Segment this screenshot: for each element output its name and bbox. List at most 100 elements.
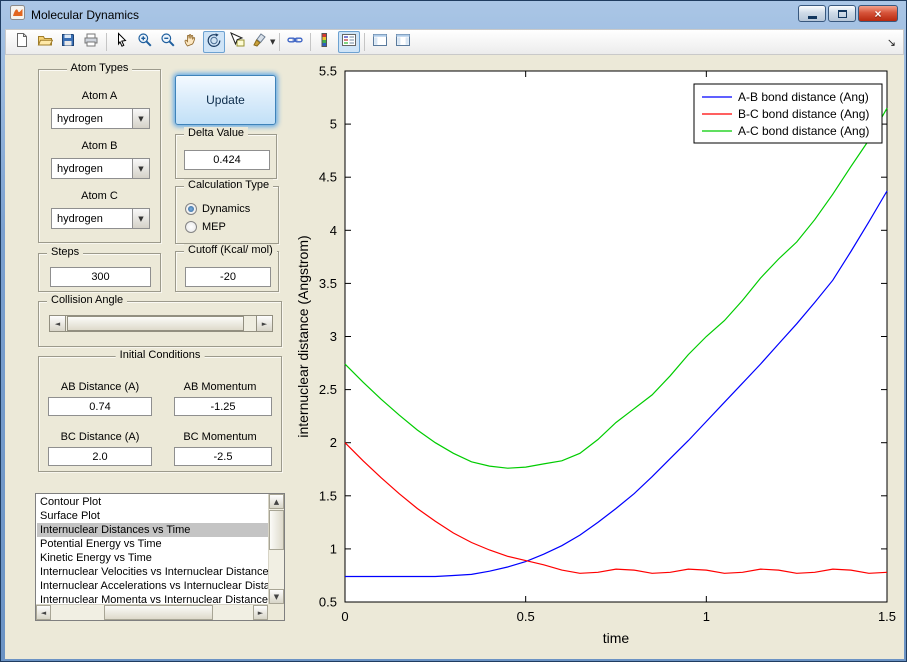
calculation-type-title: Calculation Type [184,179,274,191]
atom-c-dropdown[interactable]: hydrogen ▼ [51,208,150,229]
new-file-button[interactable] [11,31,33,53]
pan-button[interactable] [180,31,202,53]
app-window: Molecular Dynamics × ▼ ↘ Atom Types Atom… [0,0,907,662]
hide-plot-tools-icon [372,32,388,53]
slider-right-arrow[interactable]: ► [256,316,272,331]
radio-button-icon[interactable] [185,221,197,233]
toolbar-separator [364,33,366,51]
scroll-down-arrow[interactable]: ▼ [269,589,284,604]
chevron-down-icon[interactable]: ▼ [132,159,149,178]
list-item[interactable]: Internuclear Velocities vs Internuclear … [37,565,268,579]
insert-colorbar-button[interactable] [315,31,337,53]
show-plot-tools-button[interactable] [392,31,414,53]
slider-track[interactable] [66,316,256,331]
zoom-out-button[interactable] [157,31,179,53]
zoom-in-icon [137,32,153,53]
list-item[interactable]: Kinetic Energy vs Time [37,551,268,565]
atom-a-dropdown[interactable]: hydrogen ▼ [51,108,150,129]
scrollbar-track[interactable] [51,605,253,620]
radio-dynamics[interactable]: Dynamics [185,203,250,215]
atom-types-panel: Atom Types Atom A hydrogen ▼ Atom B hydr… [38,62,161,243]
collision-angle-title: Collision Angle [47,294,128,306]
atom-a-label: Atom A [81,90,118,102]
scroll-left-arrow[interactable]: ◄ [36,605,51,620]
atom-a-value: hydrogen [57,112,103,125]
list-item[interactable]: Internuclear Accelerations vs Internucle… [37,579,268,593]
brush-dropdown-caret[interactable]: ▼ [270,38,275,46]
scrollbar-track[interactable] [269,509,284,589]
bc-momentum-input[interactable] [174,447,272,466]
data-cursor-button[interactable] [226,31,248,53]
slider-left-arrow[interactable]: ◄ [50,316,66,331]
y-axis-label: internuclear distance (Angstrom) [295,235,311,437]
hide-plot-tools-button[interactable] [369,31,391,53]
atom-c-value: hydrogen [57,212,103,225]
atom-b-label: Atom B [81,140,118,152]
list-item[interactable]: Internuclear Distances vs Time [37,523,268,537]
scroll-right-arrow[interactable]: ► [253,605,268,620]
atom-b-dropdown[interactable]: hydrogen ▼ [51,158,150,179]
print-button[interactable] [80,31,102,53]
list-item[interactable]: Surface Plot [37,509,268,523]
dock-figure-arrow[interactable]: ↘ [887,36,898,49]
listbox-horizontal-scrollbar[interactable]: ◄ ► [36,604,268,620]
ab-distance-input[interactable] [48,397,152,416]
delta-value-input[interactable] [184,150,270,170]
rotate-3d-button[interactable] [203,31,225,53]
scrollbar-thumb[interactable] [103,605,213,620]
update-button[interactable]: Update [175,75,276,125]
bc-distance-label: BC Distance (A) [60,431,140,443]
minimize-button[interactable] [798,5,826,22]
scrollbar-corner [268,604,284,620]
steps-input[interactable] [50,267,151,287]
close-button[interactable]: × [858,5,898,22]
list-item[interactable]: Internuclear Momenta vs Internuclear Dis… [37,593,268,604]
ab-momentum-input[interactable] [174,397,272,416]
open-folder-icon [37,32,54,53]
ab-distance-label: AB Distance (A) [60,381,140,393]
y-tick-label: 5 [330,117,337,132]
steps-title: Steps [47,246,84,258]
y-tick-label: 1.5 [319,488,337,503]
radio-button-icon[interactable] [185,203,197,215]
listbox-vertical-scrollbar[interactable]: ▲ ▼ [268,494,284,604]
radio-mep-label: MEP [202,221,226,233]
list-item[interactable]: Contour Plot [37,495,268,509]
maximize-button[interactable] [828,5,856,22]
insert-legend-button[interactable] [338,31,361,53]
chevron-down-icon[interactable]: ▼ [132,109,149,128]
brush-data-button[interactable] [249,31,271,53]
y-tick-label: 3 [330,329,337,344]
y-tick-label: 5.5 [319,64,337,79]
radio-mep[interactable]: MEP [185,221,226,233]
maximize-icon [837,9,847,18]
scroll-up-arrow[interactable]: ▲ [269,494,284,509]
scrollbar-thumb[interactable] [269,510,284,550]
x-tick-label: 1 [703,609,710,624]
plot-axes: 0.5 1 1.5 2 2.5 3 3.5 4 4.5 5 5.5 0 0.5 1 1.5 time inter… [295,64,896,647]
pointer-icon [114,31,130,53]
brush-icon [252,32,268,53]
figure-toolbar: ▼ ↘ [5,29,904,55]
list-item[interactable]: Potential Energy vs Time [37,537,268,551]
chevron-down-icon[interactable]: ▼ [132,209,149,228]
slider-thumb[interactable] [67,316,244,331]
link-plot-button[interactable] [284,31,306,53]
bc-distance-input[interactable] [48,447,152,466]
steps-panel: Steps [38,246,161,292]
open-file-button[interactable] [34,31,56,53]
edit-plot-button[interactable] [111,31,133,53]
titlebar[interactable]: Molecular Dynamics × [1,1,906,29]
collision-angle-slider[interactable]: ◄ ► [49,315,273,332]
save-button[interactable] [57,31,79,53]
legend-icon [341,32,357,53]
y-tick-label: 1 [330,541,337,556]
listbox-viewport: Contour Plot Surface Plot Internuclear Dis… [37,495,268,604]
zoom-in-button[interactable] [134,31,156,53]
x-axis-label: time [603,630,630,646]
cutoff-input[interactable] [185,267,271,287]
toolbar-separator [106,33,107,51]
zoom-out-icon [160,32,176,53]
x-tick-label: 0.5 [517,609,535,624]
plot-type-listbox[interactable]: Contour Plot Surface Plot Internuclear Dis… [35,493,285,621]
